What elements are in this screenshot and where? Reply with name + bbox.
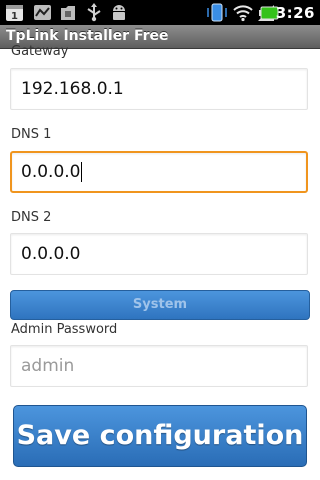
calendar-icon: 1 [6, 5, 23, 22]
usb-debug-icon [34, 5, 51, 20]
vibrate-icon [207, 3, 227, 22]
dns2-input[interactable]: 0.0.0.0 [10, 233, 308, 275]
dns2-label: DNS 2 [11, 210, 52, 225]
status-bar: 1 3:26 [0, 0, 320, 25]
gateway-input[interactable]: 192.168.0.1 [10, 68, 308, 110]
dns1-label: DNS 1 [11, 127, 52, 142]
clock: 3:26 [275, 4, 315, 22]
calendar-day: 1 [11, 11, 18, 22]
system-button[interactable]: System [10, 290, 310, 320]
app-title: TpLink Installer Free [6, 28, 169, 44]
save-configuration-button[interactable]: Save configuration [13, 405, 307, 467]
admin-password-input[interactable]: admin [10, 345, 308, 387]
download-icon [61, 6, 75, 20]
usb-icon [87, 3, 101, 22]
dns1-input[interactable]: 0.0.0.0 [10, 151, 308, 193]
gateway-label: Gateway [11, 44, 69, 59]
admin-password-label: Admin Password [11, 322, 118, 337]
wifi-icon [233, 5, 253, 22]
text-caret [81, 162, 83, 182]
android-icon [113, 5, 125, 20]
dns1-value: 0.0.0.0 [21, 162, 81, 182]
